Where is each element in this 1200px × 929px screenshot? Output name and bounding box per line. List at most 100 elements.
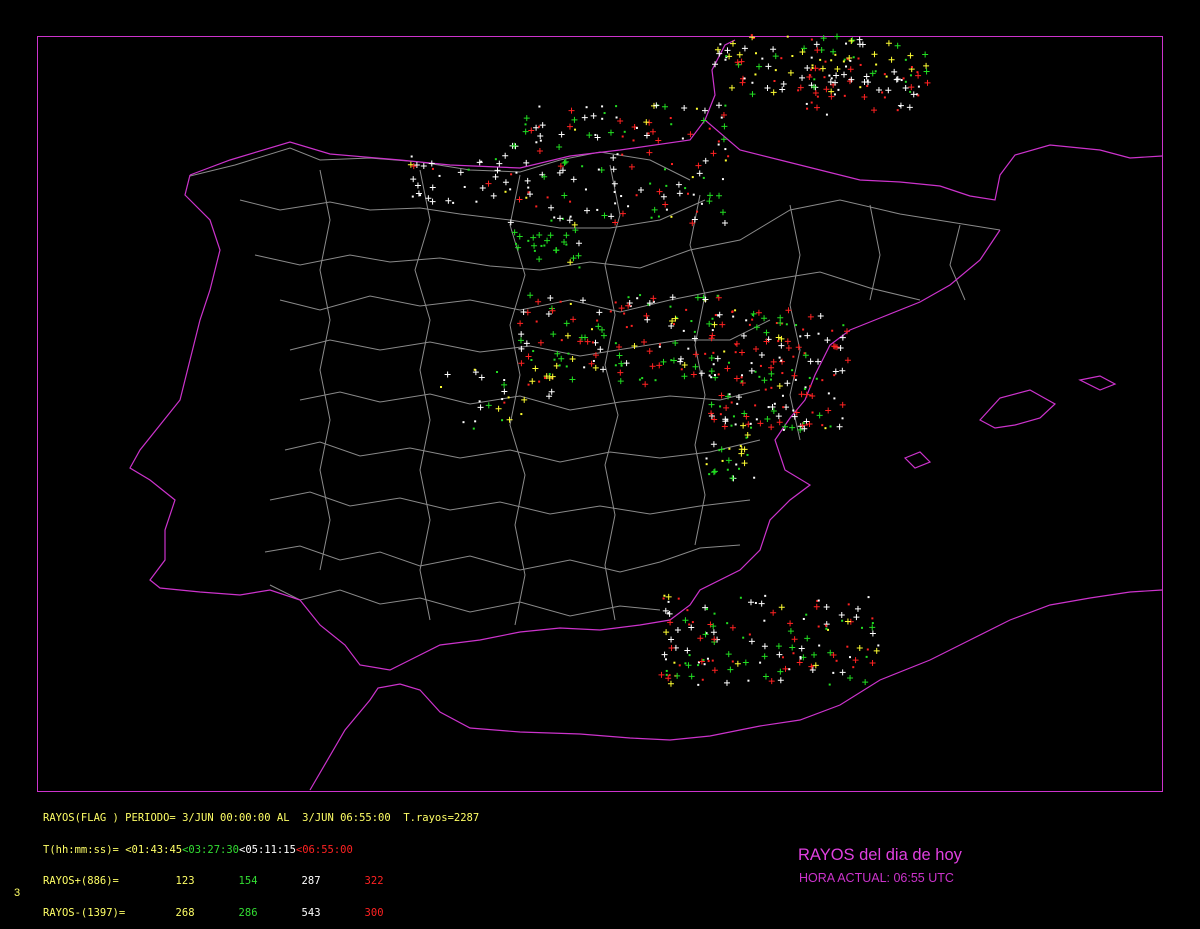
negative-strike	[759, 364, 762, 367]
negative-strike	[501, 398, 504, 401]
time-period-2: <03:27:30	[182, 843, 239, 856]
positive-strike	[748, 367, 755, 374]
positive-strike	[536, 231, 543, 238]
positive-strike	[444, 371, 451, 378]
negative-strike	[764, 388, 767, 391]
positive-strike	[546, 393, 553, 400]
positive-strike	[718, 446, 725, 453]
negative-strike	[538, 380, 541, 383]
negative-strike	[781, 394, 784, 397]
negative-strike	[614, 364, 617, 367]
positive-strike	[798, 645, 805, 652]
negative-strike	[909, 90, 912, 93]
negative-strike	[810, 56, 813, 59]
positive-strike	[839, 669, 846, 676]
positive-strike	[537, 132, 544, 139]
negative-strike	[494, 158, 497, 161]
map-border	[37, 36, 1163, 792]
negative-strike	[440, 386, 443, 389]
negative-strike	[677, 597, 680, 600]
negative-strike	[467, 168, 470, 171]
positive-strike	[571, 116, 578, 123]
negative-strike	[559, 300, 562, 303]
negative-strike	[734, 351, 737, 354]
positive-strike	[777, 314, 784, 321]
positive-strike	[643, 119, 650, 126]
negative-strike	[805, 423, 808, 426]
positive-strike	[708, 368, 715, 375]
positive-strike	[839, 367, 846, 374]
negative-strike	[717, 314, 720, 317]
negative-strike	[811, 66, 814, 69]
negative-strike	[685, 308, 688, 311]
positive-strike	[817, 313, 824, 320]
negative-strike	[791, 55, 794, 58]
positive-strike	[803, 391, 810, 398]
positive-strike	[780, 81, 787, 88]
positive-strike	[681, 373, 688, 380]
negative-strike	[627, 205, 630, 208]
negative-strike	[473, 368, 476, 371]
positive-strike	[501, 381, 508, 388]
negative-strike	[825, 624, 828, 627]
negative-strike	[755, 418, 758, 421]
positive-strike	[747, 599, 754, 606]
negative-strike	[647, 132, 650, 135]
negative-strike	[846, 645, 849, 648]
negative-strike	[743, 77, 746, 80]
negative-strike	[723, 350, 726, 353]
negative-strike	[823, 76, 826, 79]
negative-strike	[792, 409, 795, 412]
positive-strike	[777, 319, 784, 326]
positive-strike	[407, 161, 414, 168]
positive-strike	[832, 368, 839, 375]
positive-strike	[844, 618, 851, 625]
negative-strike	[750, 34, 753, 37]
negative-strike	[692, 193, 695, 196]
positive-strike	[795, 344, 802, 351]
negative-strike	[865, 655, 868, 658]
positive-strike	[806, 74, 813, 81]
negative-strike	[759, 661, 762, 664]
negative-strike	[824, 427, 827, 430]
negative-strike	[828, 683, 831, 686]
positive-strike	[723, 679, 730, 686]
positive-strike	[517, 337, 524, 344]
positive-strike	[758, 600, 765, 607]
negative-strike	[638, 378, 641, 381]
positive-strike	[721, 423, 728, 430]
negative-strike	[754, 73, 757, 76]
positive-strike	[528, 127, 535, 134]
negative-strike	[769, 378, 772, 381]
positive-strike	[738, 349, 745, 356]
negative-strike	[560, 339, 563, 342]
positive-strike	[644, 316, 651, 323]
positive-strike	[861, 94, 868, 101]
negative-strike	[728, 393, 731, 396]
positive-strike	[617, 118, 624, 125]
positive-strike	[740, 422, 747, 429]
positive-strike	[871, 107, 878, 114]
negative-strike	[742, 636, 745, 639]
negative-strike	[721, 459, 724, 462]
negative-strike	[717, 373, 720, 376]
negative-strike	[615, 116, 618, 119]
negative-strike	[829, 425, 832, 428]
positive-strike	[741, 45, 748, 52]
positive-strike	[548, 204, 555, 211]
negative-strike	[703, 663, 706, 666]
positive-strike	[692, 363, 699, 370]
negative-strike	[614, 342, 617, 345]
negative-strike	[852, 56, 855, 59]
positive-strike	[663, 629, 670, 636]
positive-strike	[764, 416, 771, 423]
positive-strike	[787, 69, 794, 76]
positive-strike	[581, 114, 588, 121]
positive-strike	[733, 340, 740, 347]
positive-strike	[902, 85, 909, 92]
negative-strike	[527, 186, 530, 189]
positive-strike	[839, 401, 846, 408]
positive-strike	[849, 37, 856, 44]
negative-strike	[847, 603, 850, 606]
negative-strike	[831, 329, 834, 332]
